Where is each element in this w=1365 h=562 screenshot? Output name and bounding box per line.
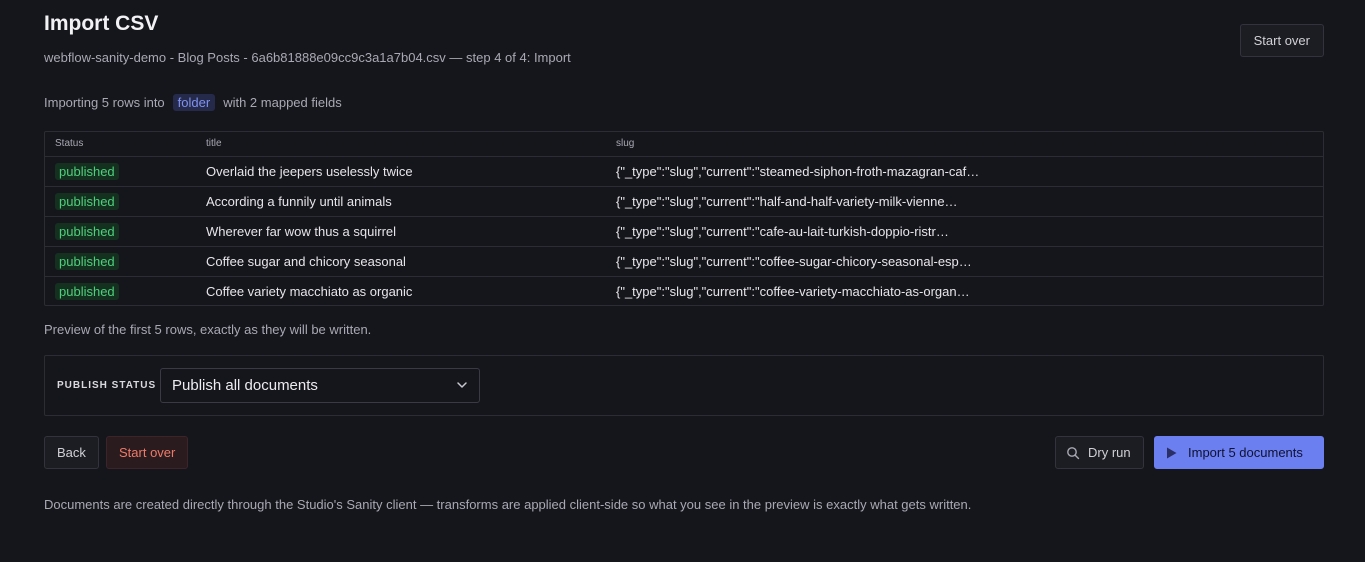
table-row: published Coffee sugar and chicory seaso…	[45, 246, 1323, 277]
publish-status-label: PUBLISH STATUS	[57, 380, 157, 391]
back-button[interactable]: Back	[44, 436, 99, 469]
status-badge: published	[55, 162, 119, 180]
slug-cell: {"_type":"slug","current":"steamed-sipho…	[606, 156, 1323, 187]
slug-cell: {"_type":"slug","current":"cafe-au-lait-…	[606, 216, 1323, 247]
slug-cell: {"_type":"slug","current":"coffee-variet…	[616, 283, 970, 299]
status-badge: published	[55, 192, 119, 210]
start-over-top-button[interactable]: Start over	[1239, 24, 1324, 57]
search-icon	[1067, 446, 1080, 459]
summary-prefix: Importing 5 rows into	[44, 95, 165, 110]
status-badge: published	[55, 222, 119, 240]
dry-run-label: Dry run	[1088, 445, 1131, 460]
slug-cell: {"_type":"slug","current":"coffee-sugar-…	[606, 246, 1323, 277]
title-cell: Overlaid the jeepers uselessly twice	[196, 156, 606, 187]
table-row: published Wherever far wow thus a squirr…	[45, 216, 1323, 247]
dry-run-button[interactable]: Dry run	[1055, 436, 1144, 469]
status-badge: published	[55, 252, 119, 270]
column-header-title: title	[196, 132, 606, 157]
publish-status-value: Publish all documents	[172, 377, 318, 394]
preview-table: Status title slug published Overlaid the…	[44, 131, 1324, 306]
title-cell: Coffee variety macchiato as organic	[206, 283, 413, 299]
page-subtitle: webflow-sanity-demo - Blog Posts - 6a6b8…	[44, 50, 571, 65]
slug-cell: {"_type":"slug","current":"half-and-half…	[606, 186, 1323, 217]
table-row: published According a funnily until anim…	[45, 186, 1323, 217]
play-icon	[1167, 447, 1177, 458]
publish-status-panel: PUBLISH STATUS Publish all documents	[44, 355, 1324, 416]
type-pill: folder	[172, 94, 216, 111]
chevron-down-icon	[457, 382, 467, 388]
column-header-slug: slug	[606, 132, 1323, 157]
summary-suffix: with 2 mapped fields	[223, 95, 342, 110]
footer-note: Documents are created directly through t…	[44, 497, 972, 512]
page-title: Import CSV	[44, 12, 159, 35]
title-cell: Coffee sugar and chicory seasonal	[196, 246, 606, 277]
table-row: published Overlaid the jeepers uselessly…	[45, 156, 1323, 187]
status-badge: published	[55, 282, 119, 300]
import-documents-button[interactable]: Import 5 documents	[1154, 436, 1324, 469]
import-label: Import 5 documents	[1188, 445, 1303, 460]
title-cell: Wherever far wow thus a squirrel	[196, 216, 606, 247]
start-over-button[interactable]: Start over	[106, 436, 189, 469]
preview-note: Preview of the first 5 rows, exactly as …	[44, 322, 372, 337]
publish-status-select[interactable]: Publish all documents	[160, 368, 480, 403]
import-csv-page: Import CSV webflow-sanity-demo - Blog Po…	[0, 0, 1365, 562]
column-header-status: Status	[45, 132, 196, 157]
import-summary: Importing 5 rows into folder with 2 mapp…	[44, 94, 342, 111]
table-row: published Coffee variety macchiato as or…	[45, 276, 1323, 306]
table-header-row: Status title slug	[45, 132, 1323, 157]
title-cell: According a funnily until animals	[196, 186, 606, 217]
